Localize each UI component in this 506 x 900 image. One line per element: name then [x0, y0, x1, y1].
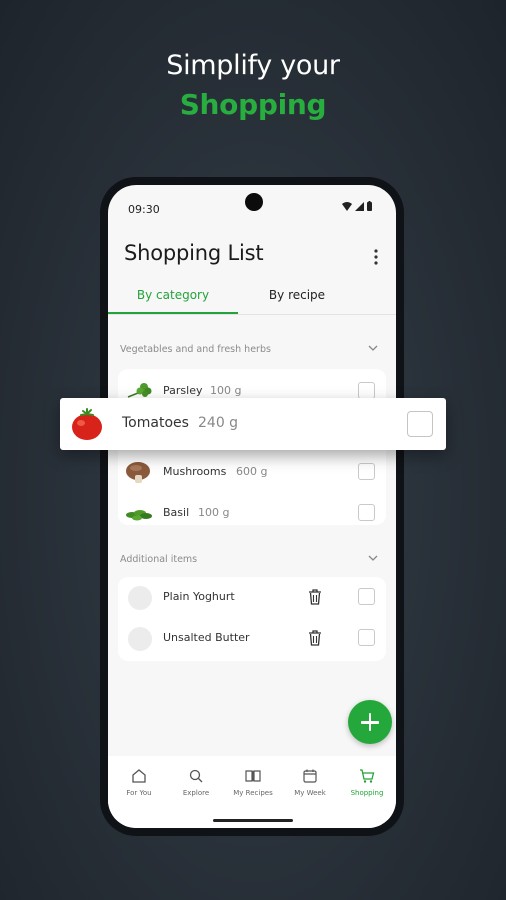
search-icon — [189, 769, 203, 783]
tomato-icon — [72, 408, 102, 440]
nav-label: My Recipes — [233, 789, 273, 797]
item-name: Unsalted Butter — [163, 631, 250, 644]
trash-icon[interactable] — [308, 589, 322, 605]
placeholder-icon — [128, 586, 152, 610]
tab-divider — [108, 314, 396, 315]
placeholder-icon — [128, 627, 152, 651]
nav-label: For You — [126, 789, 152, 797]
home-icon — [132, 769, 146, 783]
item-quantity: 100 g — [210, 384, 242, 397]
list-item-yoghurt[interactable]: Plain Yoghurt — [118, 577, 386, 617]
nav-explore[interactable]: Explore — [167, 768, 225, 797]
status-bar: 09:30 — [108, 185, 396, 225]
item-checkbox[interactable] — [407, 411, 433, 437]
nav-label: Shopping — [350, 789, 384, 797]
page-title: Shopping List — [124, 241, 264, 265]
status-time: 09:30 — [128, 203, 160, 216]
camera-cutout — [245, 193, 263, 211]
phone-frame: 09:30 Shopping List By category By recip… — [100, 177, 404, 836]
headline-line1: Simplify your — [166, 50, 340, 81]
plus-icon-vertical — [368, 713, 372, 731]
cart-icon — [360, 769, 375, 783]
headline-line2: Shopping — [179, 88, 327, 121]
tab-bar: By category By recipe — [108, 277, 396, 315]
additional-items-card: Plain Yoghurt Unsalted Butter — [118, 577, 386, 661]
item-name: Tomatoes — [122, 415, 189, 431]
item-quantity: 100 g — [198, 506, 230, 519]
section-header-vegetables[interactable]: Vegetables and and fresh herbs — [120, 341, 384, 361]
nav-label: My Week — [294, 789, 326, 797]
battery-icon — [367, 201, 372, 211]
item-checkbox[interactable] — [358, 588, 375, 605]
nav-label: Explore — [182, 789, 210, 797]
tab-by-category[interactable]: By category — [108, 277, 238, 313]
nav-for-you[interactable]: For You — [110, 768, 168, 797]
chevron-down-icon — [368, 345, 378, 351]
signal-icon — [355, 201, 364, 211]
nav-my-recipes[interactable]: My Recipes — [224, 768, 282, 797]
calendar-icon — [303, 769, 317, 783]
home-indicator — [213, 819, 293, 822]
wifi-icon — [342, 201, 352, 211]
item-checkbox[interactable] — [358, 504, 375, 521]
more-options-icon[interactable] — [370, 245, 382, 269]
item-checkbox[interactable] — [358, 463, 375, 480]
mushroom-icon — [126, 462, 150, 483]
phone-screen: 09:30 Shopping List By category By recip… — [108, 185, 396, 828]
list-item-basil[interactable]: Basil 100 g — [118, 493, 386, 533]
bottom-navigation: For You Explore My Recipes My Week Shopp… — [108, 756, 396, 828]
item-name: Mushrooms — [163, 465, 227, 478]
nav-shopping[interactable]: Shopping — [338, 768, 396, 797]
item-name: Plain Yoghurt — [163, 590, 235, 603]
section-title: Vegetables and and fresh herbs — [120, 344, 271, 355]
section-header-additional[interactable]: Additional items — [120, 551, 384, 571]
item-name: Parsley — [163, 384, 203, 397]
list-item-butter[interactable]: Unsalted Butter — [118, 618, 386, 658]
item-checkbox[interactable] — [358, 382, 375, 399]
trash-icon[interactable] — [308, 630, 322, 646]
chevron-down-icon — [368, 555, 378, 561]
list-item-tomatoes[interactable]: Tomatoes 240 g — [60, 398, 446, 450]
system-icons — [342, 201, 372, 211]
book-icon — [245, 770, 261, 782]
section-title: Additional items — [120, 554, 198, 565]
item-name: Basil — [163, 506, 190, 519]
tab-by-recipe[interactable]: By recipe — [238, 277, 356, 313]
item-quantity: 240 g — [198, 415, 239, 431]
item-checkbox[interactable] — [358, 629, 375, 646]
add-item-button[interactable] — [348, 700, 392, 744]
list-item-mushrooms[interactable]: Mushrooms 600 g — [118, 452, 386, 492]
nav-my-week[interactable]: My Week — [281, 768, 339, 797]
item-quantity: 600 g — [236, 465, 268, 478]
basil-icon — [126, 510, 152, 521]
